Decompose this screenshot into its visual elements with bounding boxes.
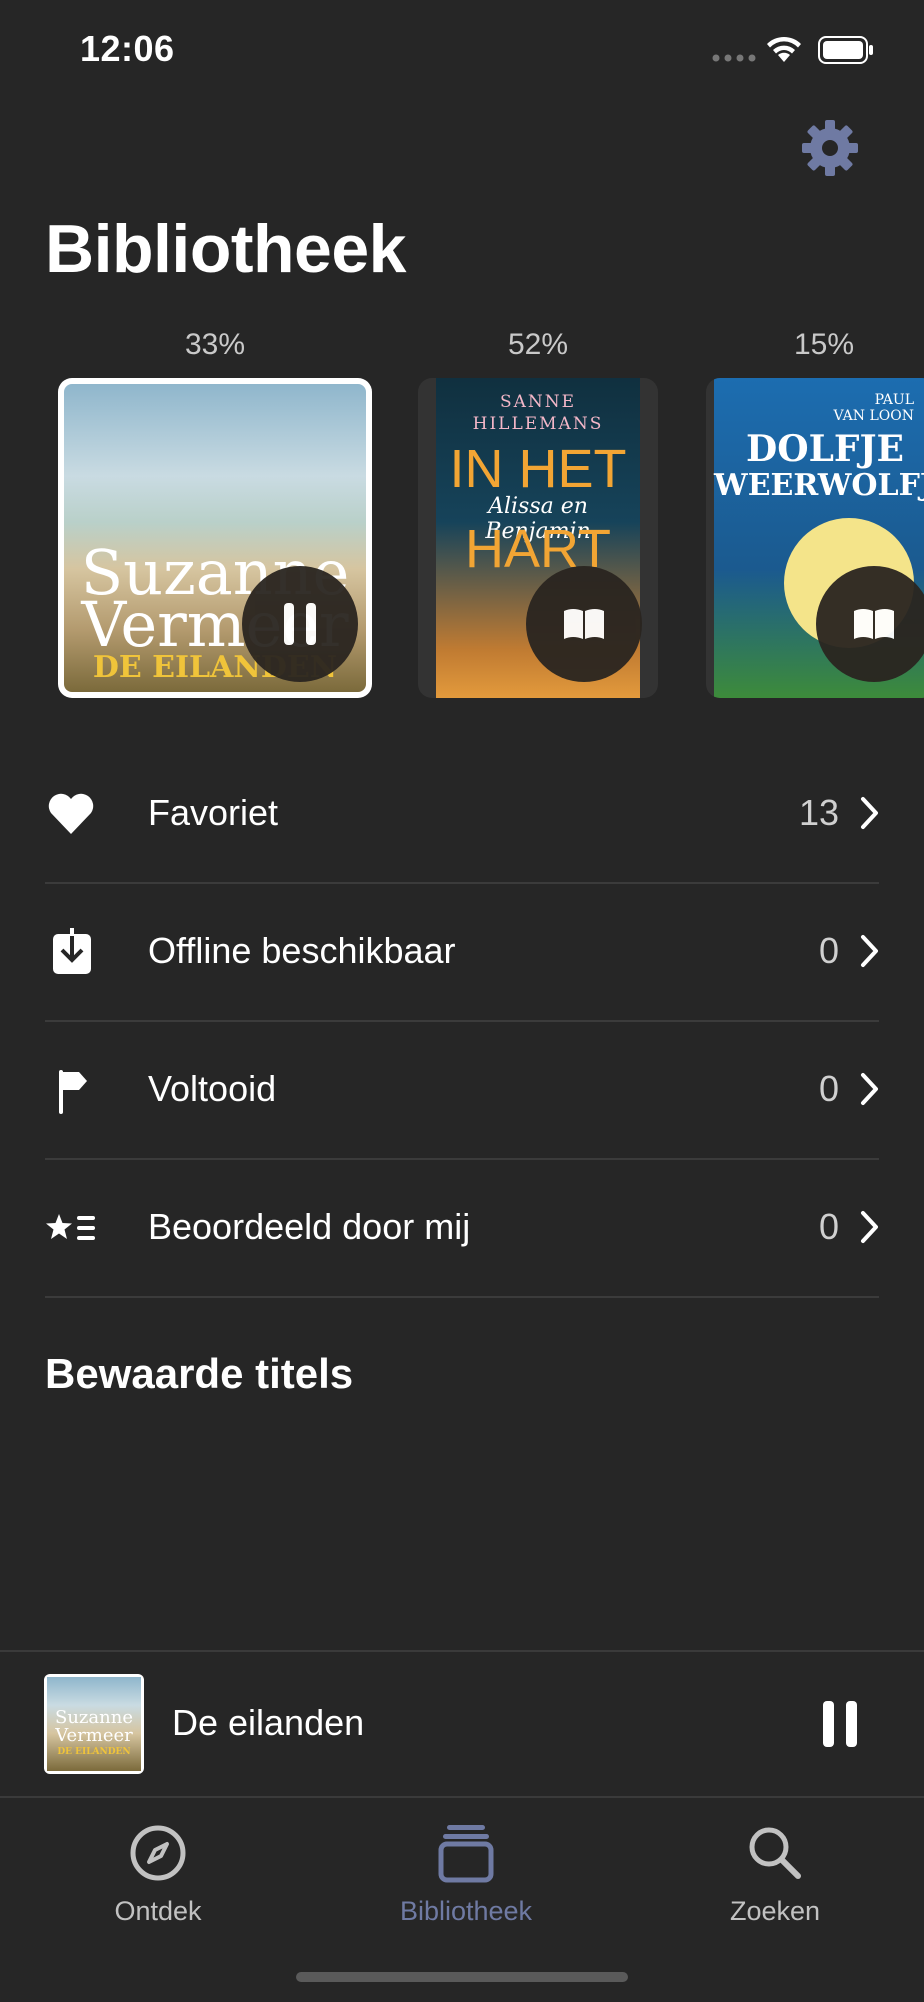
mini-player[interactable]: Suzanne Vermeer DE EILANDEN De eilanden — [0, 1650, 924, 1796]
book-icon — [564, 609, 604, 639]
list-item-offline[interactable]: Offline beschikbaar 0 — [45, 884, 879, 1022]
page-title: Bibliotheek — [45, 211, 407, 287]
read-button[interactable] — [526, 566, 642, 682]
tab-zoeken[interactable]: Zoeken — [665, 1822, 885, 1927]
list-item-count: 0 — [818, 1068, 839, 1109]
section-title-saved: Bewaarde titels — [45, 1350, 354, 1397]
download-icon — [53, 928, 91, 974]
mini-player-cover[interactable]: Suzanne Vermeer DE EILANDEN — [44, 1674, 144, 1774]
list-item-label: Voltooid — [148, 1068, 277, 1109]
list-item-label: Offline beschikbaar — [148, 930, 456, 971]
cover-title-1: IN HET — [449, 439, 627, 499]
pause-icon — [284, 603, 316, 645]
search-icon — [749, 1827, 801, 1879]
list-item-beoordeeld[interactable]: Beoordeeld door mij 0 — [45, 1160, 879, 1298]
list-item-count: 0 — [818, 1206, 839, 1247]
book-progress: 15% — [793, 328, 855, 361]
wifi-icon — [767, 36, 801, 62]
compass-icon — [130, 1825, 186, 1881]
tab-bibliotheek[interactable]: Bibliotheek — [356, 1822, 576, 1927]
book-cover-dolfje-weerwolfje[interactable]: PAUL VAN LOON DOLFJE WEERWOLFJE — [706, 378, 924, 698]
divider — [45, 1296, 879, 1298]
tab-label: Bibliotheek — [399, 1896, 533, 1926]
chevron-right-icon — [861, 1073, 878, 1105]
pause-button[interactable] — [242, 566, 358, 682]
book-progress: 52% — [507, 328, 569, 361]
chevron-right-icon — [861, 1211, 878, 1243]
list-item-count: 13 — [798, 792, 839, 833]
tab-label: Zoeken — [729, 1896, 821, 1926]
list-item-label: Beoordeeld door mij — [148, 1206, 471, 1247]
cover-author-last: HILLEMANS — [472, 414, 604, 434]
book-cover-in-het-hart[interactable]: SANNE HILLEMANS IN HET Alissa en Benjami… — [418, 378, 658, 698]
chevron-right-icon — [861, 797, 878, 829]
flag-icon — [59, 1070, 87, 1114]
book-cover-de-eilanden[interactable]: Suzanne Vermeer DE EILANDEN — [58, 378, 372, 698]
home-indicator[interactable] — [296, 1972, 628, 1982]
read-button[interactable] — [816, 566, 924, 682]
battery-icon — [818, 36, 873, 64]
mini-player-title[interactable]: De eilanden — [172, 1702, 364, 1744]
list-item-count: 0 — [818, 930, 839, 971]
cellular-signal-icon — [712, 54, 756, 62]
star-list-icon — [46, 1214, 95, 1240]
book-icon — [854, 609, 894, 639]
list-item-favoriet[interactable]: Favoriet 13 — [45, 746, 879, 884]
cover-author-last: VAN LOON — [833, 408, 914, 424]
chevron-right-icon — [861, 935, 878, 967]
status-time: 12:06 — [80, 28, 175, 69]
mini-cover-title: DE EILANDEN — [57, 1747, 131, 1757]
cover-title-2: HART — [464, 519, 612, 579]
heart-icon — [48, 793, 94, 834]
tab-label: Ontdek — [114, 1896, 202, 1926]
cover-title-2: WEERWOLFJE — [714, 468, 924, 503]
gear-icon[interactable] — [800, 118, 860, 178]
list-item-voltooid[interactable]: Voltooid 0 — [45, 1022, 879, 1160]
cover-title-1: DOLFJE — [746, 428, 904, 470]
book-progress: 33% — [184, 328, 246, 361]
mini-cover-author-last: Vermeer — [55, 1725, 133, 1746]
cover-author-first: PAUL — [874, 392, 914, 408]
list-item-label: Favoriet — [148, 792, 279, 833]
library-icon — [438, 1825, 494, 1883]
pause-icon[interactable] — [822, 1700, 858, 1748]
cover-author-first: SANNE — [499, 392, 577, 412]
tab-ontdek[interactable]: Ontdek — [48, 1822, 268, 1927]
